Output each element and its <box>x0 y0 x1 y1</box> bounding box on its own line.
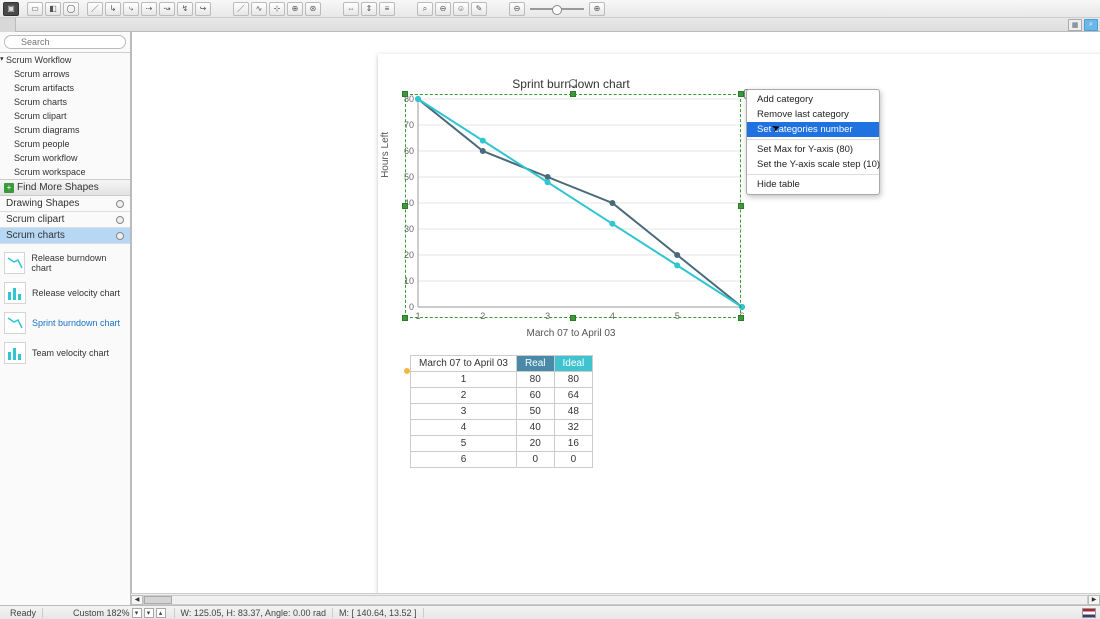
zoom-minus-icon[interactable]: ⊖ <box>509 2 525 16</box>
canvas[interactable]: Sprint burndown chart Hours Left 0102030… <box>131 32 1100 605</box>
find-more-label: Find More Shapes <box>17 182 99 193</box>
tool-conn6[interactable]: ↪ <box>195 2 211 16</box>
canvas-hscroll[interactable]: ◀ ▶ <box>131 593 1100 605</box>
table-header-period: March 07 to April 03 <box>411 356 517 372</box>
plus-icon: + <box>4 183 14 193</box>
tree-item[interactable]: Scrum people <box>0 137 130 151</box>
view-search-icon[interactable]: ⌕ <box>1084 19 1098 31</box>
context-menu-item[interactable]: Set Max for Y-axis (80) <box>747 142 879 157</box>
tool-shape[interactable]: ◧ <box>45 2 61 16</box>
chart-data-table[interactable]: March 07 to April 03 Real Ideal 18080260… <box>410 355 593 468</box>
tool-select[interactable]: ▣ <box>3 2 19 16</box>
table-row[interactable]: 44032 <box>411 420 593 436</box>
category-row[interactable]: Scrum charts <box>0 228 130 244</box>
tool-pen[interactable]: ／ <box>233 2 249 16</box>
thumb-label: Release velocity chart <box>32 288 120 298</box>
shape-thumb[interactable]: Release burndown chart <box>2 248 128 278</box>
chart-context-menu: Add categoryRemove last categorySet cate… <box>746 89 880 195</box>
scroll-thumb[interactable] <box>144 596 172 604</box>
tool-line[interactable]: ／ <box>87 2 103 16</box>
tool-rect[interactable]: ▭ <box>27 2 43 16</box>
library-tree: Scrum Workflow Scrum arrowsScrum artifac… <box>0 53 130 179</box>
tree-item[interactable]: Scrum diagrams <box>0 123 130 137</box>
thumb-icon <box>4 252 25 274</box>
status-zoom: Custom 182% <box>73 608 130 618</box>
tool-zoomout[interactable]: ⊖ <box>435 2 451 16</box>
tool-zoomin[interactable]: ⌕ <box>417 2 433 16</box>
thumb-icon <box>4 282 26 304</box>
context-menu-item[interactable]: Hide table <box>747 177 879 192</box>
selection-box: ▾ <box>405 94 741 318</box>
tree-item[interactable]: Scrum artifacts <box>0 81 130 95</box>
panel-toggle[interactable] <box>0 18 16 32</box>
context-menu-item[interactable]: Set categories number <box>747 122 879 137</box>
locale-flag-icon[interactable] <box>1082 608 1096 618</box>
table-row[interactable]: 600 <box>411 452 593 468</box>
tool-anchor[interactable]: ⊕ <box>287 2 303 16</box>
tree-item[interactable]: Scrum clipart <box>0 109 130 123</box>
context-menu-item[interactable]: Remove last category <box>747 107 879 122</box>
status-bar: Ready Custom 182% ▾ ▾ ▴ W: 125.05, H: 83… <box>0 605 1100 619</box>
category-row[interactable]: Scrum clipart <box>0 212 130 228</box>
tool-user[interactable]: ☺ <box>453 2 469 16</box>
tree-item[interactable]: Scrum workspace <box>0 165 130 179</box>
table-row[interactable]: 35048 <box>411 404 593 420</box>
scroll-right-icon[interactable]: ▶ <box>1088 595 1100 605</box>
search-input[interactable] <box>4 35 126 49</box>
chart-xlabel: March 07 to April 03 <box>394 328 748 339</box>
tool-conn5[interactable]: ↯ <box>177 2 193 16</box>
tool-marker[interactable]: ✎ <box>471 2 487 16</box>
tool-alignv[interactable]: ⇕ <box>361 2 377 16</box>
category-row[interactable]: Drawing Shapes <box>0 196 130 212</box>
tool-ellipse[interactable]: ◯ <box>63 2 79 16</box>
view-grid-icon[interactable]: ▦ <box>1068 19 1082 31</box>
thumb-label: Team velocity chart <box>32 348 109 358</box>
tool-pivot[interactable]: ⊛ <box>305 2 321 16</box>
table-header-real: Real <box>516 356 554 372</box>
library-sidebar: Scrum Workflow Scrum arrowsScrum artifac… <box>0 32 131 605</box>
tool-alignh[interactable]: ⇔ <box>343 2 359 16</box>
tool-conn3[interactable]: ⇢ <box>141 2 157 16</box>
zoom-step-down[interactable]: ▾ <box>144 608 154 618</box>
table-row[interactable]: 52016 <box>411 436 593 452</box>
zoom-slider[interactable] <box>530 8 584 10</box>
tree-item[interactable]: Scrum arrows <box>0 67 130 81</box>
status-mouse: M: [ 140.64, 13.52 ] <box>333 608 424 618</box>
thumb-icon <box>4 342 26 364</box>
tree-item[interactable]: Scrum charts <box>0 95 130 109</box>
tree-item[interactable]: Scrum workflow <box>0 151 130 165</box>
status-ready: Ready <box>4 608 43 618</box>
shape-thumb[interactable]: Team velocity chart <box>2 338 128 368</box>
zoom-step-up[interactable]: ▴ <box>156 608 166 618</box>
zoom-dropdown-icon[interactable]: ▾ <box>132 608 142 618</box>
tool-conn1[interactable]: ↳ <box>105 2 121 16</box>
thumb-label: Release burndown chart <box>31 253 126 273</box>
tree-group-scrum-workflow[interactable]: Scrum Workflow <box>0 53 130 67</box>
chart-ylabel: Hours Left <box>380 132 391 178</box>
context-menu-item[interactable]: Set the Y-axis scale step (10) <box>747 157 879 172</box>
scroll-left-icon[interactable]: ◀ <box>131 595 143 605</box>
main-toolbar: ▣ ▭ ◧ ◯ ／ ↳ ⤷ ⇢ ↝ ↯ ↪ ／ ∿ ⊹ ⊕ ⊛ ⇔ ⇕ ≡ ⌕ … <box>0 0 1100 18</box>
context-menu-item[interactable]: Add category <box>747 92 879 107</box>
shape-thumb[interactable]: Release velocity chart <box>2 278 128 308</box>
table-header-ideal: Ideal <box>554 356 593 372</box>
find-more-shapes[interactable]: + Find More Shapes <box>0 179 130 196</box>
table-row[interactable]: 26064 <box>411 388 593 404</box>
tool-node[interactable]: ⊹ <box>269 2 285 16</box>
thumb-label: Sprint burndown chart <box>32 318 120 328</box>
tool-distribute[interactable]: ≡ <box>379 2 395 16</box>
tool-conn2[interactable]: ⤷ <box>123 2 139 16</box>
tool-curve[interactable]: ∿ <box>251 2 267 16</box>
status-dims: W: 125.05, H: 83.37, Angle: 0.00 rad <box>174 608 333 618</box>
library-toolbar: ▦ ⌕ <box>0 18 1100 32</box>
thumb-icon <box>4 312 26 334</box>
rotate-handle[interactable] <box>569 79 577 87</box>
zoom-plus-icon[interactable]: ⊕ <box>589 2 605 16</box>
shape-thumb[interactable]: Sprint burndown chart <box>2 308 128 338</box>
tool-conn4[interactable]: ↝ <box>159 2 175 16</box>
table-row[interactable]: 18080 <box>411 372 593 388</box>
